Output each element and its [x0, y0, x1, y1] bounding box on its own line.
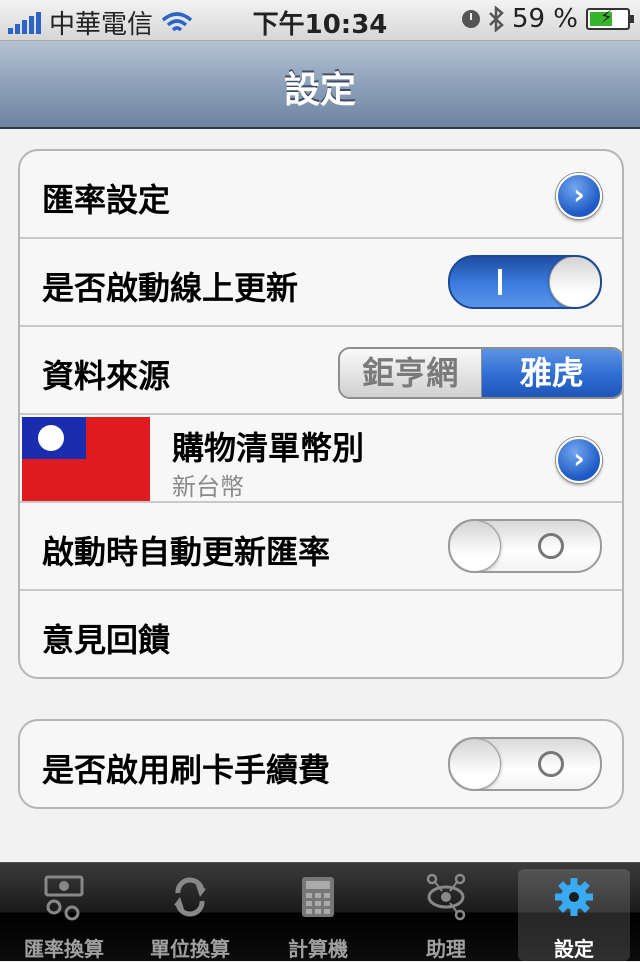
shopping-currency-title: 購物清單幣別 — [172, 429, 365, 467]
segment-cnyes[interactable]: 鉅亨網 — [340, 349, 482, 397]
tab-label: 設定 — [554, 937, 594, 961]
row-card-fee: 是否啟用刷卡手續費 — [20, 721, 622, 807]
tab-label: 助理 — [426, 937, 466, 961]
tab-settings[interactable]: 設定 — [512, 863, 636, 961]
battery-icon: ⚡ — [586, 7, 634, 30]
row-online-update: 是否啟動線上更新 — [20, 239, 622, 327]
row-data-source: 資料來源 鉅亨網 雅虎 — [20, 327, 622, 415]
online-update-label: 是否啟動線上更新 — [42, 269, 299, 307]
tab-calculator[interactable]: 計算機 — [256, 863, 380, 961]
tab-unit-conversion[interactable]: 單位換算 — [128, 863, 252, 961]
tab-label: 單位換算 — [150, 937, 230, 961]
card-fee-toggle[interactable] — [448, 737, 602, 791]
settings-group-card-fee: 是否啟用刷卡手續費 — [18, 719, 624, 809]
refresh-icon — [174, 877, 206, 917]
eye-network-icon — [426, 873, 466, 921]
currency-exchange-icon — [44, 875, 84, 921]
status-bar: 中華電信 下午10:34 59 % ⚡ — [0, 0, 640, 41]
rate-settings-label: 匯率設定 — [42, 181, 171, 219]
auto-update-toggle[interactable] — [448, 519, 602, 573]
data-source-segmented-control[interactable]: 鉅亨網 雅虎 — [338, 347, 622, 399]
battery-percent: 59 % — [511, 4, 578, 34]
card-fee-label: 是否啟用刷卡手續費 — [42, 751, 331, 789]
row-auto-update: 啟動時自動更新匯率 — [20, 503, 622, 591]
row-feedback[interactable]: 意見回饋 — [20, 591, 622, 677]
page-title: 設定 — [283, 70, 356, 111]
online-update-toggle[interactable] — [448, 255, 602, 309]
settings-group-main: 匯率設定 › 是否啟動線上更新 資料來源 鉅亨網 雅虎 購物清單幣別 新台幣 ›… — [18, 149, 624, 679]
calculator-icon — [302, 877, 334, 917]
tab-assistant[interactable]: 助理 — [384, 863, 508, 961]
feedback-label: 意見回饋 — [42, 621, 171, 659]
gear-icon — [555, 878, 593, 916]
status-right: 59 % ⚡ — [461, 4, 634, 34]
segment-yahoo[interactable]: 雅虎 — [481, 349, 622, 397]
auto-update-label: 啟動時自動更新匯率 — [42, 533, 331, 571]
tab-label: 計算機 — [288, 937, 348, 961]
disclosure-chevron-icon[interactable]: › — [556, 173, 602, 219]
settings-content: 匯率設定 › 是否啟動線上更新 資料來源 鉅亨網 雅虎 購物清單幣別 新台幣 ›… — [0, 129, 640, 862]
taiwan-flag-icon — [22, 417, 150, 501]
navigation-bar: 設定 — [0, 41, 640, 129]
shopping-currency-value: 新台幣 — [172, 473, 244, 501]
tab-currency-exchange[interactable]: 匯率換算 — [2, 863, 126, 961]
alarm-clock-icon — [461, 10, 480, 28]
disclosure-chevron-icon[interactable]: › — [556, 437, 602, 483]
row-rate-settings[interactable]: 匯率設定 › — [20, 151, 622, 239]
row-shopping-currency[interactable]: 購物清單幣別 新台幣 › — [20, 415, 622, 503]
tab-label: 匯率換算 — [24, 937, 104, 961]
data-source-label: 資料來源 — [42, 357, 171, 395]
tab-bar: 匯率換算 單位換算 計算機 助理 設定 — [0, 862, 640, 961]
bluetooth-icon — [489, 6, 504, 32]
